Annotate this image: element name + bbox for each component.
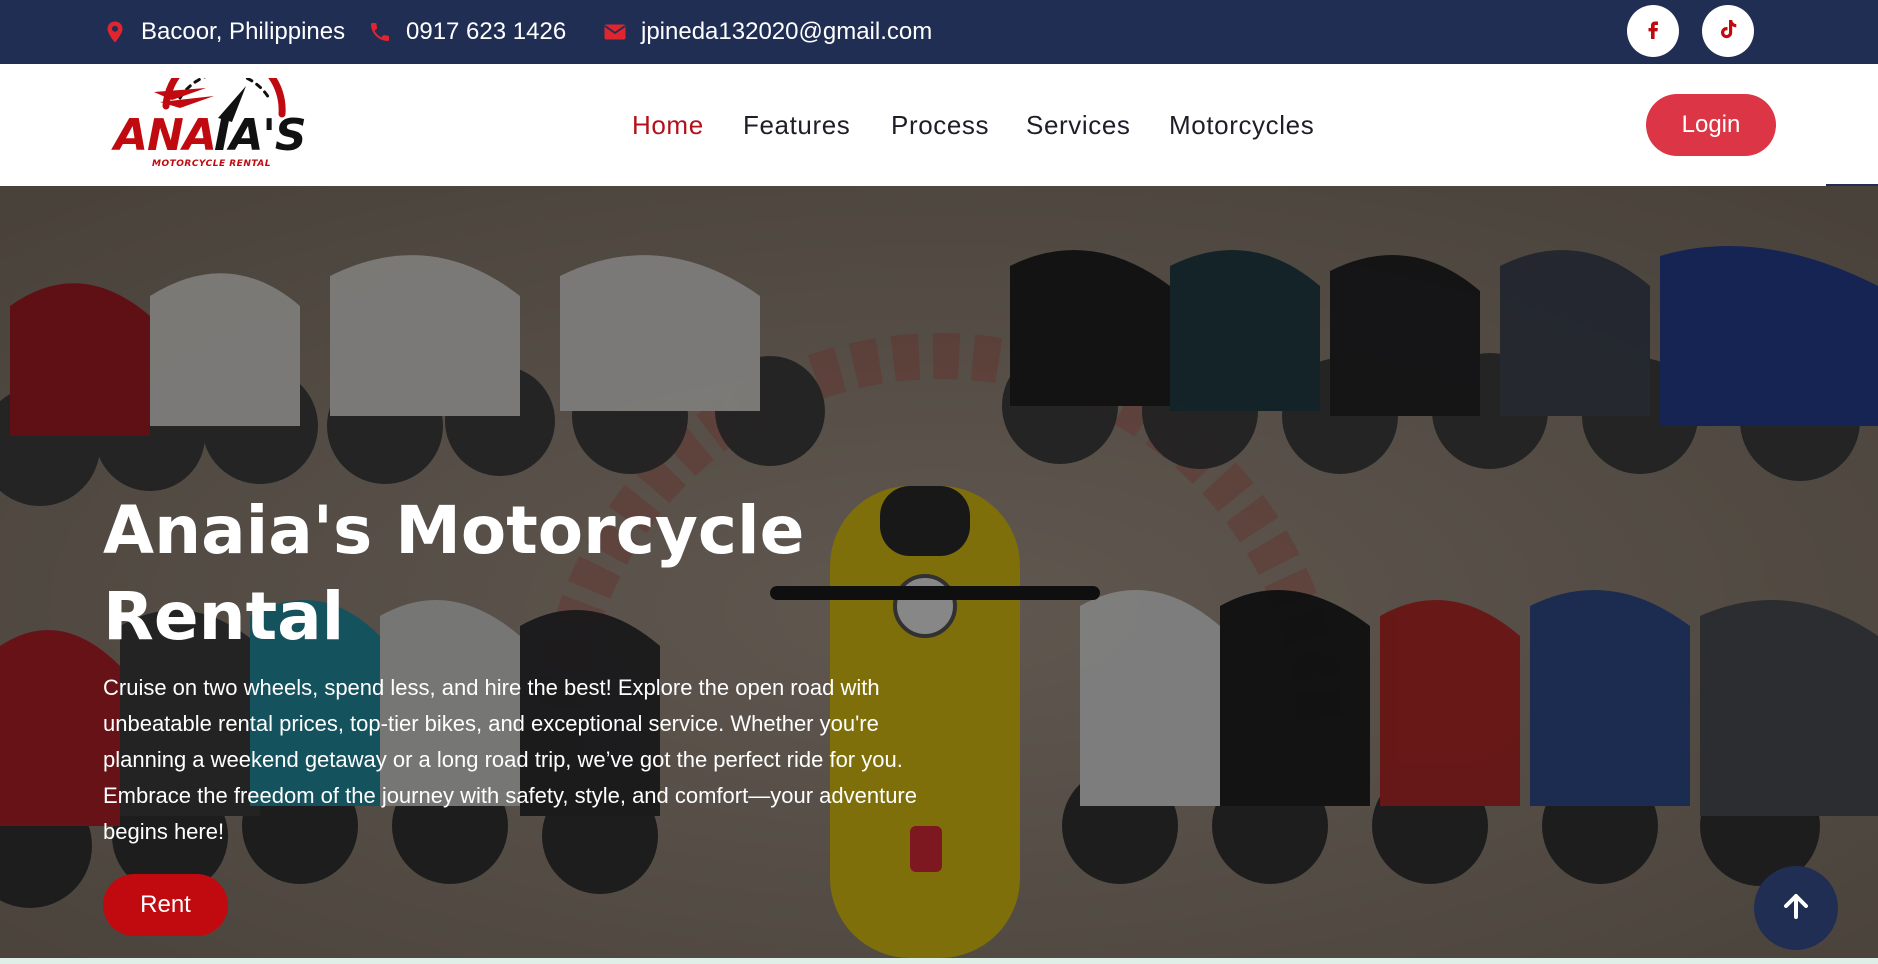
phone-contact[interactable]: 0917 623 1426 [368,0,566,64]
hero-title: Anaia's Motorcycle Rental [103,492,805,655]
nav-services[interactable]: Services [1026,64,1131,186]
brand-logo[interactable]: ANA IA'S MOTORCYCLE RENTAL [110,48,315,170]
email-contact[interactable]: jpineda132020@gmail.com [603,0,932,64]
nav-motorcycles[interactable]: Motorcycles [1169,64,1314,186]
nav-process[interactable]: Process [891,64,989,186]
bottom-strip [0,958,1878,964]
map-marker-icon [103,20,127,44]
top-contact-bar: Bacoor, Philippines 0917 623 1426 jpined… [0,0,1878,64]
location-text: Bacoor, Philippines [141,18,346,45]
location-contact: Bacoor, Philippines [103,0,345,64]
svg-text:IA'S: IA'S [214,110,306,161]
envelope-icon [603,20,627,44]
phone-icon [368,20,392,44]
rent-button[interactable]: Rent [103,874,228,936]
tiktok-link[interactable] [1702,5,1754,57]
arrow-up-icon [1782,892,1810,925]
hero-description: Cruise on two wheels, spend less, and hi… [103,675,917,844]
logo-subtext: MOTORCYCLE RENTAL [152,159,271,169]
facebook-icon [1641,17,1665,46]
phone-text: 0917 623 1426 [406,18,567,45]
nav-home[interactable]: Home [632,64,704,186]
svg-text:ANA: ANA [111,110,216,161]
facebook-link[interactable] [1627,5,1679,57]
email-text: jpineda132020@gmail.com [641,18,933,45]
tiktok-icon [1716,17,1740,46]
login-button[interactable]: Login [1646,94,1776,156]
nav-features[interactable]: Features [743,64,850,186]
hero-section: Anaia's Motorcycle Rental Cruise on two … [0,186,1878,958]
back-to-top-button[interactable] [1754,866,1838,950]
main-navbar: ANA IA'S MOTORCYCLE RENTAL Home Features… [0,48,1878,186]
